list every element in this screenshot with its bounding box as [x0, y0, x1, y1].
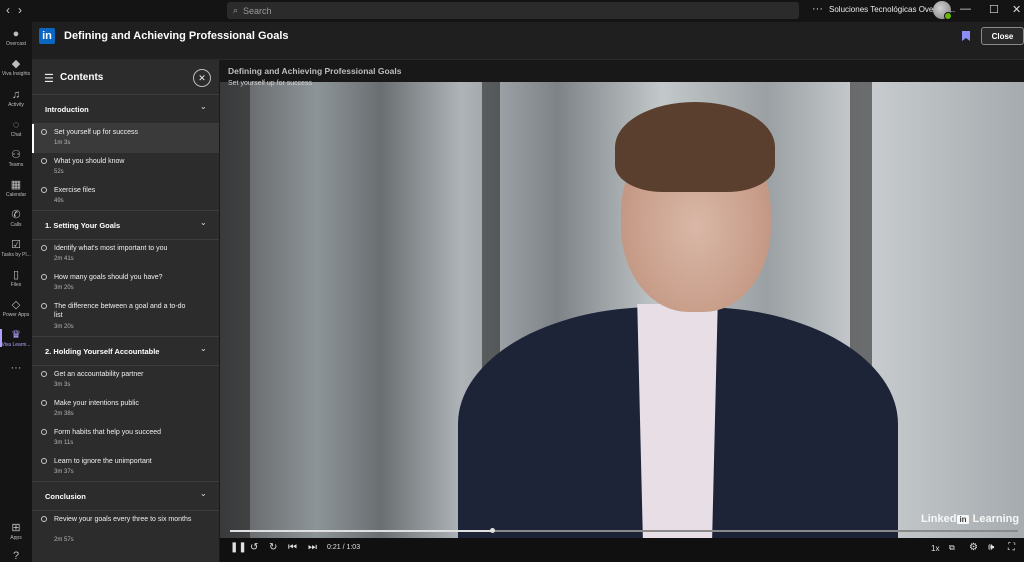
previous-icon[interactable]: ⏮ — [288, 542, 297, 553]
status-circle-icon — [41, 303, 47, 309]
close-button[interactable]: Close — [981, 27, 1024, 45]
minimize-icon[interactable]: — — [960, 3, 971, 15]
rail-item-overcast[interactable]: ● Overcast — [0, 28, 32, 47]
search-placeholder: Search — [243, 5, 272, 16]
list-item[interactable]: The difference between a goal and a to-d… — [32, 298, 219, 337]
time-display: 0:21 / 1:03 — [327, 544, 361, 551]
chevron-up-icon: ⌄ — [200, 218, 207, 227]
status-circle-icon — [41, 129, 47, 135]
list-item[interactable]: Identify what's most important to you 2m … — [32, 240, 219, 269]
next-icon[interactable]: ⏭ — [308, 542, 317, 553]
list-item[interactable]: Make your intentions public 2m 38s — [32, 395, 219, 424]
list-item[interactable]: Learn to ignore the unimportant 3m 37s — [32, 453, 219, 482]
section-header[interactable]: 1. Setting Your Goals ⌄ — [32, 211, 219, 240]
status-circle-icon — [41, 187, 47, 193]
search-input[interactable]: ⌕ Search — [227, 2, 799, 19]
rail-item-chat[interactable]: ◌ Chat — [0, 119, 32, 138]
list-item[interactable]: What you should know 52s — [32, 153, 219, 182]
list-item[interactable]: Get an accountability partner 3m 3s — [32, 366, 219, 395]
status-circle-icon — [41, 371, 47, 377]
course-header: in Defining and Achieving Professional G… — [32, 22, 1024, 60]
chevron-up-icon: ⌄ — [200, 489, 207, 498]
rail-item-calendar[interactable]: ▦ Calendar — [0, 179, 32, 198]
nav-arrows: ‹ › — [6, 3, 22, 17]
contents-sidebar: ☰ Contents ✕ Introduction ⌄ Set yourself … — [32, 60, 220, 562]
status-circle-icon — [41, 458, 47, 464]
more-apps-icon[interactable]: ··· — [0, 362, 32, 374]
rewind-icon[interactable]: ↺ — [250, 542, 258, 553]
rail-item-power-apps[interactable]: ◇ Power Apps — [0, 299, 32, 318]
contents-title: Contents — [60, 72, 104, 83]
contents-header: ☰ Contents ✕ — [32, 60, 219, 95]
app-rail: ● Overcast ◆ Viva Insights ♫ Activity ◌ Chat… — [0, 22, 32, 562]
player-controls: ❚❚ ↺ ↻ ⏮ ⏭ 0:21 / 1:03 1x ⧉ ⚙ 🕪 ⛶ — [220, 538, 1024, 562]
chevron-up-icon: ⌄ — [200, 102, 207, 111]
forward-icon[interactable]: ↻ — [269, 542, 277, 553]
phone-icon: ✆ — [11, 209, 21, 221]
list-item[interactable]: Review your goals every three to six mon… — [32, 511, 219, 551]
file-icon: ▯ — [12, 269, 20, 281]
video-course-title: Defining and Achieving Professional Goal… — [228, 66, 402, 76]
rail-item-viva-learning[interactable]: ♛ Viva Learni... — [0, 329, 32, 348]
section-header[interactable]: Conclusion ⌄ — [32, 482, 219, 511]
chat-icon: ◌ — [12, 119, 20, 131]
bookmark-icon[interactable] — [962, 31, 970, 41]
progress-fill — [230, 530, 493, 532]
viva-learning-icon: ♛ — [11, 329, 21, 341]
rail-item-calls[interactable]: ✆ Calls — [0, 209, 32, 228]
close-contents-button[interactable]: ✕ — [193, 69, 211, 87]
tasks-icon: ☑ — [11, 239, 21, 251]
list-item[interactable]: Exercise files 49s — [32, 182, 219, 211]
overcast-icon: ● — [12, 28, 20, 40]
pause-icon[interactable]: ❚❚ — [230, 542, 247, 553]
list-item[interactable]: Set yourself up for success 1m 3s — [32, 124, 219, 153]
close-window-icon[interactable]: ✕ — [1012, 3, 1021, 16]
calendar-icon: ▦ — [10, 179, 22, 191]
forward-arrow-icon[interactable]: › — [18, 3, 22, 17]
progress-bar[interactable] — [230, 528, 1018, 533]
status-circle-icon — [41, 274, 47, 280]
teams-icon: ⚇ — [11, 149, 21, 161]
status-circle-icon — [41, 245, 47, 251]
rail-item-teams[interactable]: ⚇ Teams — [0, 149, 32, 168]
avatar[interactable] — [933, 1, 952, 20]
list-item[interactable]: Form habits that help you succeed 3m 11s — [32, 424, 219, 453]
linkedin-learning-watermark: Linked in Learning — [921, 513, 1020, 525]
status-circle-icon — [41, 429, 47, 435]
list-item[interactable]: How many goals should you have? 3m 20s — [32, 269, 219, 298]
section-header[interactable]: 2. Holding Yourself Accountable ⌄ — [32, 337, 219, 366]
apps-icon: ⊞ — [11, 522, 21, 534]
video-player[interactable]: Defining and Achieving Professional Goal… — [220, 60, 1024, 538]
page-title: Defining and Achieving Professional Goal… — [64, 30, 289, 42]
linkedin-logo-icon: in — [39, 28, 55, 44]
insights-icon: ◆ — [11, 58, 21, 70]
search-icon: ⌕ — [233, 5, 239, 15]
rail-item-files[interactable]: ▯ Files — [0, 269, 32, 288]
status-circle-icon — [41, 400, 47, 406]
section-header[interactable]: Introduction ⌄ — [32, 95, 219, 124]
fullscreen-icon[interactable]: ⛶ — [1008, 542, 1015, 553]
status-circle-icon — [41, 516, 47, 522]
video-chapter-title: Set yourself up for success — [228, 80, 313, 87]
list-icon: ☰ — [44, 73, 54, 85]
power-apps-icon: ◇ — [11, 299, 21, 311]
bell-icon: ♫ — [11, 89, 21, 101]
captions-icon[interactable]: ⧉ — [949, 543, 955, 553]
maximize-icon[interactable]: ☐ — [989, 3, 999, 16]
speed-button[interactable]: 1x — [931, 544, 939, 553]
rail-item-tasks[interactable]: ☑ Tasks by Pl... — [0, 239, 32, 258]
rail-item-viva-insights[interactable]: ◆ Viva Insights — [0, 58, 32, 77]
help-icon[interactable]: ? — [0, 550, 32, 562]
status-circle-icon — [41, 158, 47, 164]
video-frame — [220, 82, 1024, 538]
chevron-up-icon: ⌄ — [200, 344, 207, 353]
back-arrow-icon[interactable]: ‹ — [6, 3, 10, 17]
settings-icon[interactable]: ⚙ — [969, 542, 978, 553]
rail-item-activity[interactable]: ♫ Activity — [0, 89, 32, 108]
rail-item-apps[interactable]: ⊞ Apps — [0, 522, 32, 541]
volume-icon[interactable]: 🕪 — [988, 542, 994, 553]
more-options-icon[interactable]: ··· — [812, 3, 823, 15]
title-bar: ‹ › ⌕ Search ··· Soluciones Tecnológicas… — [0, 0, 1024, 22]
